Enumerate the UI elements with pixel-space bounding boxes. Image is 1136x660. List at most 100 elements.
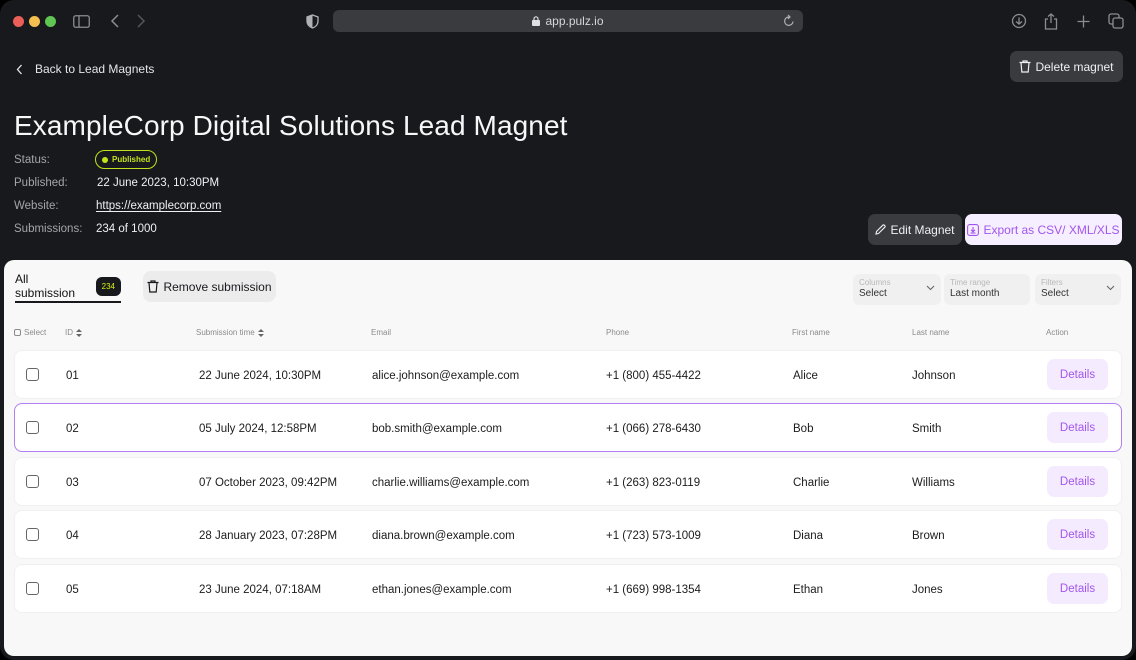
page-title: ExampleCorp Digital Solutions Lead Magne… bbox=[14, 110, 568, 141]
column-header-action: Action bbox=[1046, 328, 1069, 337]
submissions-value: 234 of 1000 bbox=[96, 223, 157, 235]
row-checkbox[interactable] bbox=[26, 421, 39, 434]
cell-first-name: Alice bbox=[793, 369, 818, 382]
lock-icon bbox=[532, 16, 541, 26]
column-header-phone: Phone bbox=[606, 328, 630, 337]
column-header-time-label: Submission time bbox=[196, 328, 255, 337]
published-value: 22 June 2023, 10:30PM bbox=[97, 177, 220, 189]
table-row[interactable]: 04 28 January 2023, 07:28PM diana.brown@ex… bbox=[14, 510, 1122, 559]
back-to-lead-magnets-link[interactable]: Back to Lead Magnets bbox=[16, 62, 154, 76]
back-arrow-icon[interactable] bbox=[110, 11, 120, 31]
time-range-value: Last month bbox=[950, 288, 1000, 299]
row-checkbox[interactable] bbox=[26, 528, 39, 541]
address-bar[interactable]: app.pulz.io bbox=[333, 10, 803, 32]
chevron-down-icon bbox=[1106, 285, 1115, 291]
pencil-icon bbox=[875, 224, 887, 235]
cell-email: diana.brown@example.com bbox=[372, 529, 515, 542]
website-link[interactable]: https://examplecorp.com bbox=[96, 200, 221, 212]
cell-phone: +1 (066) 278-6430 bbox=[606, 422, 701, 435]
select-all-checkbox[interactable]: Select bbox=[14, 328, 46, 337]
shield-icon[interactable] bbox=[306, 11, 319, 31]
edit-magnet-label: Edit Magnet bbox=[890, 222, 955, 237]
delete-magnet-button[interactable]: Delete magnet bbox=[1010, 51, 1123, 82]
time-range-label: Time range bbox=[950, 278, 991, 287]
trash-icon bbox=[1019, 60, 1031, 73]
cell-last-name: Johnson bbox=[912, 369, 956, 382]
cell-email: ethan.jones@example.com bbox=[372, 583, 512, 596]
cell-email: bob.smith@example.com bbox=[372, 422, 502, 435]
status-badge-text: Published bbox=[112, 155, 151, 164]
maximize-window-button[interactable] bbox=[45, 16, 56, 27]
cell-first-name: Bob bbox=[793, 422, 814, 435]
details-button[interactable]: Details bbox=[1047, 412, 1108, 443]
sort-icon bbox=[76, 328, 82, 337]
close-window-button[interactable] bbox=[13, 16, 24, 27]
column-header-email: Email bbox=[371, 328, 392, 337]
cell-phone: +1 (669) 998-1354 bbox=[606, 583, 701, 596]
remove-submission-label: Remove submission bbox=[163, 279, 272, 294]
published-label: Published: bbox=[14, 177, 68, 189]
back-link-label: Back to Lead Magnets bbox=[35, 62, 155, 76]
tab-count-badge: 234 bbox=[95, 276, 121, 296]
browser-toolbar: app.pulz.io bbox=[0, 0, 1136, 44]
chevron-left-icon bbox=[16, 64, 23, 75]
cell-email: charlie.williams@example.com bbox=[372, 476, 530, 489]
columns-select[interactable]: Columns Select bbox=[853, 274, 941, 305]
table-row[interactable]: 05 23 June 2024, 07:18AM ethan.jones@examp… bbox=[14, 564, 1122, 613]
cell-last-name: Smith bbox=[912, 422, 942, 435]
column-header-id[interactable]: ID bbox=[65, 328, 82, 337]
table-row[interactable]: 01 22 June 2024, 10:30PM alice.johnson@exa… bbox=[14, 350, 1122, 399]
column-header-first-name: First name bbox=[792, 328, 830, 337]
cell-submission-time: 05 July 2024, 12:58PM bbox=[199, 422, 317, 435]
details-button[interactable]: Details bbox=[1047, 519, 1108, 550]
tabs-overview-icon[interactable] bbox=[1108, 11, 1124, 31]
minimize-window-button[interactable] bbox=[29, 16, 40, 27]
cell-first-name: Ethan bbox=[793, 583, 824, 596]
column-header-submission-time[interactable]: Submission time bbox=[196, 328, 264, 337]
edit-magnet-button[interactable]: Edit Magnet bbox=[868, 214, 962, 245]
sidebar-icon[interactable] bbox=[73, 11, 90, 31]
cell-last-name: Williams bbox=[912, 476, 955, 489]
reload-icon[interactable] bbox=[783, 14, 795, 27]
submissions-panel: All submission 234 Remove submission Col… bbox=[4, 260, 1132, 656]
details-button[interactable]: Details bbox=[1047, 573, 1108, 604]
download-icon[interactable] bbox=[1011, 11, 1027, 31]
trash-icon bbox=[147, 280, 159, 293]
forward-arrow-icon[interactable] bbox=[136, 11, 146, 31]
delete-magnet-label: Delete magnet bbox=[1035, 59, 1114, 74]
cell-last-name: Brown bbox=[912, 529, 945, 542]
table-row[interactable]: 02 05 July 2024, 12:58PM bob.smith@example… bbox=[14, 403, 1122, 452]
column-header-id-label: ID bbox=[65, 328, 73, 337]
columns-select-value: Select bbox=[859, 288, 887, 299]
export-button[interactable]: Export as CSV/ XML/XLS bbox=[965, 214, 1122, 245]
filters-select-value: Select bbox=[1041, 288, 1069, 299]
status-dot-icon bbox=[102, 156, 108, 163]
columns-select-label: Columns bbox=[859, 278, 891, 287]
sort-icon bbox=[257, 328, 264, 337]
cell-id: 02 bbox=[66, 422, 79, 435]
time-range-select[interactable]: Time range Last month bbox=[944, 274, 1030, 305]
cell-phone: +1 (263) 823-0119 bbox=[606, 476, 701, 489]
tab-all-submission[interactable]: All submission 234 bbox=[15, 272, 121, 303]
share-icon[interactable] bbox=[1044, 11, 1058, 31]
url-text: app.pulz.io bbox=[545, 14, 604, 28]
chevron-down-icon bbox=[926, 285, 935, 291]
cell-submission-time: 07 October 2023, 09:42PM bbox=[199, 476, 338, 489]
cell-submission-time: 28 January 2023, 07:28PM bbox=[199, 529, 338, 542]
cell-phone: +1 (723) 573-1009 bbox=[606, 529, 701, 542]
checkbox-icon bbox=[14, 329, 21, 336]
cell-id: 04 bbox=[66, 529, 79, 542]
filters-select[interactable]: Filters Select bbox=[1035, 274, 1121, 305]
details-button[interactable]: Details bbox=[1047, 359, 1108, 390]
cell-id: 03 bbox=[66, 476, 79, 489]
row-checkbox[interactable] bbox=[26, 582, 39, 595]
remove-submission-button[interactable]: Remove submission bbox=[143, 271, 276, 302]
column-header-select: Select bbox=[24, 328, 47, 337]
download-box-icon bbox=[967, 223, 980, 236]
row-checkbox[interactable] bbox=[26, 368, 39, 381]
details-button[interactable]: Details bbox=[1047, 466, 1108, 497]
new-tab-icon[interactable] bbox=[1077, 11, 1090, 31]
table-row[interactable]: 03 07 October 2023, 09:42PM charlie.willia… bbox=[14, 457, 1122, 506]
website-label: Website: bbox=[14, 200, 59, 212]
row-checkbox[interactable] bbox=[26, 475, 39, 488]
